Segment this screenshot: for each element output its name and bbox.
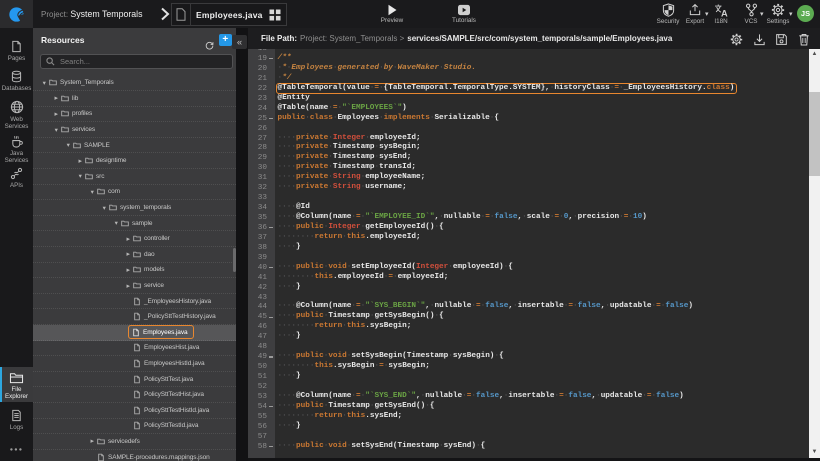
svg-text:A: A (721, 9, 728, 17)
